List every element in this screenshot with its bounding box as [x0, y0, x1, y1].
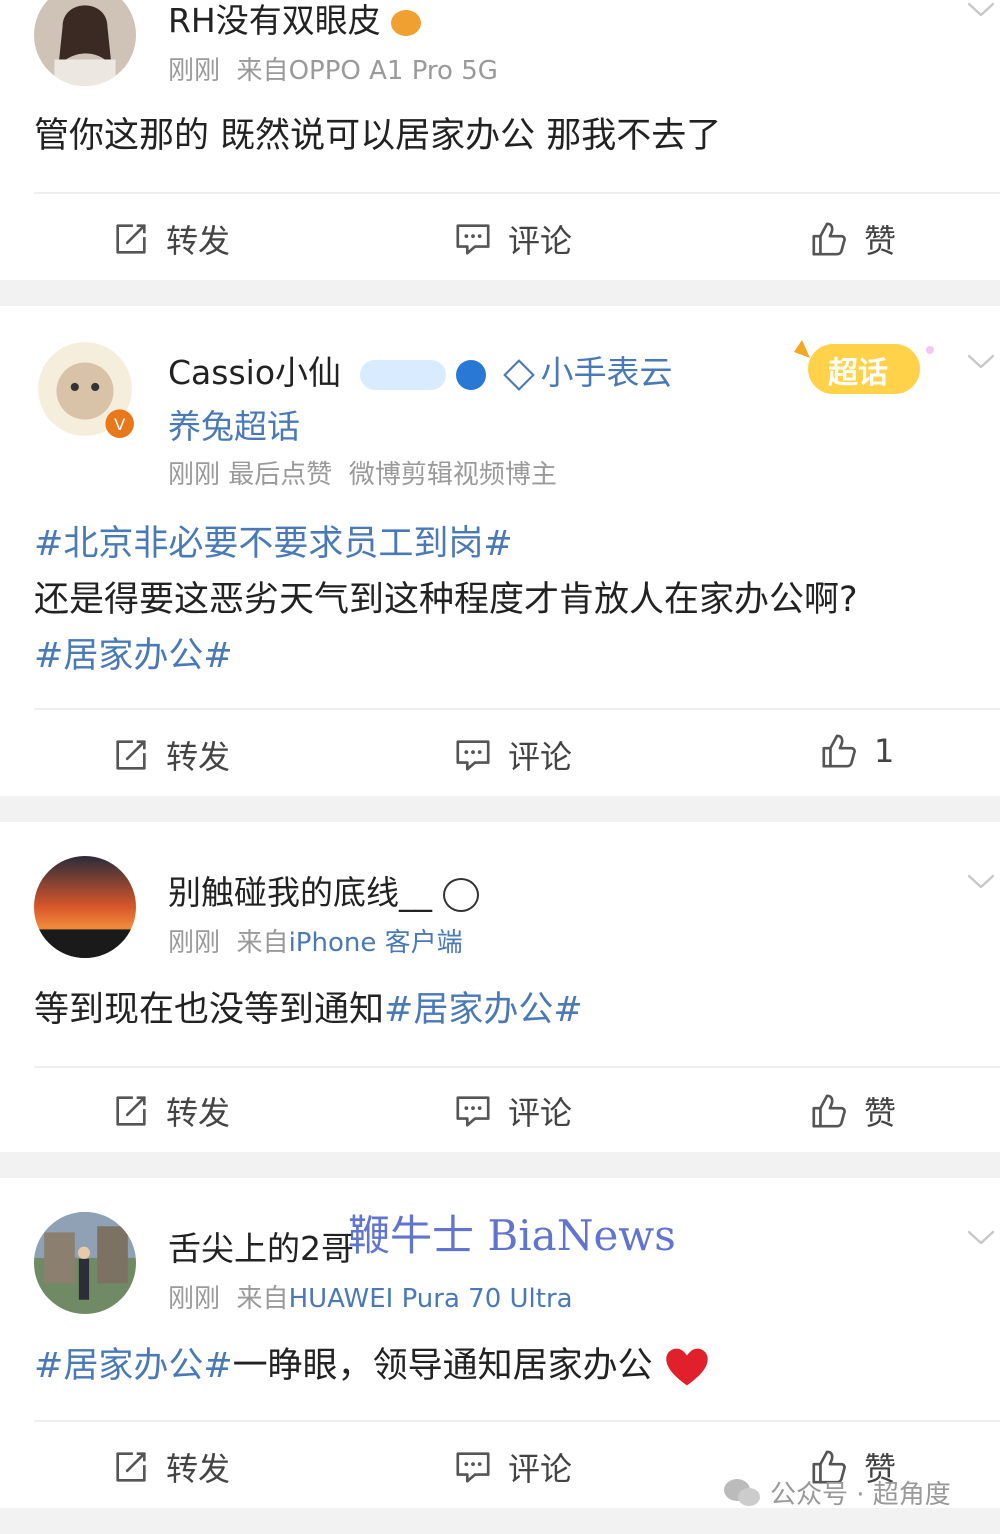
repost-button[interactable]: 转发 [112, 1088, 230, 1134]
post-card: RH没有双眼皮 刚刚 来自OPPO A1 Pro 5G 管你这那的 既然说可以居… [0, 0, 1000, 280]
avatar[interactable] [34, 856, 136, 958]
super-topic-badge[interactable]: 超话 [790, 330, 940, 402]
comment-button[interactable]: 评论 [454, 1088, 572, 1134]
comment-button[interactable]: 评论 [454, 1444, 572, 1490]
post-content: #居家办公#一睁眼，领导通知居家办公 [34, 1338, 970, 1394]
avatar[interactable] [34, 0, 136, 86]
like-label: 赞 [864, 222, 897, 260]
like-icon [810, 220, 848, 258]
chevron-down-icon[interactable] [966, 352, 996, 372]
repost-icon [112, 1448, 150, 1486]
post-time: 刚刚 [168, 928, 221, 958]
watermark: 鞭牛士 BiaNews [348, 1211, 676, 1260]
divider [34, 1420, 1000, 1422]
panda-icon [442, 877, 479, 912]
comment-icon [454, 220, 492, 258]
repost-icon [112, 220, 150, 258]
like-label: 赞 [864, 1094, 897, 1132]
like-icon [810, 1092, 848, 1130]
hashtag-link[interactable]: #居家办公# [34, 1346, 233, 1386]
post-time: 刚刚 [168, 460, 221, 490]
comment-button[interactable]: 评论 [454, 732, 572, 778]
chevron-down-icon[interactable] [966, 0, 996, 20]
comment-icon [454, 736, 492, 774]
wechat-icon [724, 1478, 760, 1506]
comment-label: 评论 [508, 222, 573, 260]
comment-label: 评论 [508, 1450, 573, 1488]
hashtag-link[interactable]: #居家办公# [34, 628, 970, 684]
chevron-down-icon[interactable] [966, 872, 996, 892]
username[interactable]: 舌尖上的2哥 [168, 1222, 354, 1270]
member-badge-icon [359, 359, 446, 390]
post-text: 还是得要这恶劣天气到这种程度才肯放人在家办公啊? [34, 580, 858, 620]
comment-label: 评论 [508, 738, 573, 776]
like-button[interactable]: 赞 [810, 216, 896, 262]
repost-label: 转发 [166, 1450, 231, 1488]
post-content: #北京非必要不要求员工到岗# 还是得要这恶劣天气到这种程度才肯放人在家办公啊? … [34, 516, 970, 684]
diamond-icon [502, 358, 535, 391]
repost-button[interactable]: 转发 [112, 732, 230, 778]
post-meta: 刚刚 来自OPPO A1 Pro 5G [168, 50, 498, 87]
repost-label: 转发 [166, 1094, 231, 1132]
post-meta: 刚刚 最后点赞 微博剪辑视频博主 [168, 454, 557, 491]
emoji-icon [391, 9, 422, 36]
like-button[interactable]: 赞 [810, 1088, 896, 1134]
heart-icon [666, 1348, 708, 1386]
divider [34, 708, 1000, 710]
username-text[interactable]: RH没有双眼皮 [168, 1, 381, 40]
repost-icon [112, 1092, 150, 1130]
username[interactable]: 别触碰我的底线__ [168, 866, 479, 914]
source-prefix: 来自 [236, 1284, 289, 1314]
repost-button[interactable]: 转发 [112, 1444, 230, 1490]
user-identity: 微博剪辑视频博主 [348, 460, 557, 490]
like-icon [820, 732, 858, 770]
username-text[interactable]: Cassio小仙 [168, 353, 341, 392]
divider [34, 192, 1000, 194]
repost-label: 转发 [166, 738, 231, 776]
post-meta: 刚刚 来自iPhone 客户端 [168, 922, 463, 959]
topic-link[interactable]: 小手表云 [541, 353, 673, 392]
post-meta: 刚刚 来自HUAWEI Pura 70 Ultra [168, 1278, 573, 1315]
username[interactable]: Cassio小仙 小手表云 [168, 346, 673, 394]
hashtag-link[interactable]: #居家办公# [384, 990, 583, 1030]
like-count: 1 [874, 732, 895, 770]
source-prefix: 来自 [236, 928, 289, 958]
chevron-down-icon[interactable] [966, 1228, 996, 1248]
username-text[interactable]: 别触碰我的底线__ [168, 873, 432, 912]
avatar[interactable]: V [34, 338, 136, 440]
post-text: 等到现在也没等到通知 [34, 990, 385, 1030]
post-time: 刚刚 [168, 56, 221, 86]
super-topic-link[interactable]: 养兔超话 [168, 400, 300, 448]
post-content: 等到现在也没等到通知#居家办公# [34, 982, 970, 1038]
like-button[interactable]: 1 [820, 732, 894, 770]
comment-label: 评论 [508, 1094, 573, 1132]
wechat-label: 公众号 · 超角度 [770, 1480, 951, 1510]
post-text: 一睁眼，领导通知居家办公 [232, 1346, 653, 1386]
username[interactable]: RH没有双眼皮 [168, 0, 422, 42]
post-card: 别触碰我的底线__ 刚刚 来自iPhone 客户端 等到现在也没等到通知#居家办… [0, 822, 1000, 1152]
repost-icon [112, 736, 150, 774]
post-time: 刚刚 [168, 1284, 221, 1314]
hashtag-link[interactable]: #北京非必要不要求员工到岗# [34, 516, 970, 572]
comment-icon [454, 1448, 492, 1486]
badge-label: 超话 [828, 356, 888, 391]
post-card: V Cassio小仙 小手表云 养兔超话 刚刚 最后点赞 微博剪辑视频博主 超话… [0, 306, 1000, 796]
comment-icon [454, 1092, 492, 1130]
post-source: OPPO A1 Pro 5G [288, 56, 498, 86]
post-activity: 最后点赞 [228, 460, 333, 490]
post-source[interactable]: HUAWEI Pura 70 Ultra [289, 1284, 573, 1314]
repost-label: 转发 [166, 222, 231, 260]
post-source[interactable]: iPhone 客户端 [289, 928, 463, 958]
verified-icon [456, 359, 487, 390]
comment-button[interactable]: 评论 [454, 216, 572, 262]
avatar[interactable] [34, 1212, 136, 1314]
post-content: 管你这那的 既然说可以居家办公 那我不去了 [34, 116, 722, 156]
svg-text:V: V [114, 415, 126, 434]
source-prefix: 来自 [236, 56, 289, 86]
repost-button[interactable]: 转发 [112, 216, 230, 262]
wechat-watermark: 公众号 · 超角度 [722, 1474, 951, 1511]
divider [34, 1066, 1000, 1068]
